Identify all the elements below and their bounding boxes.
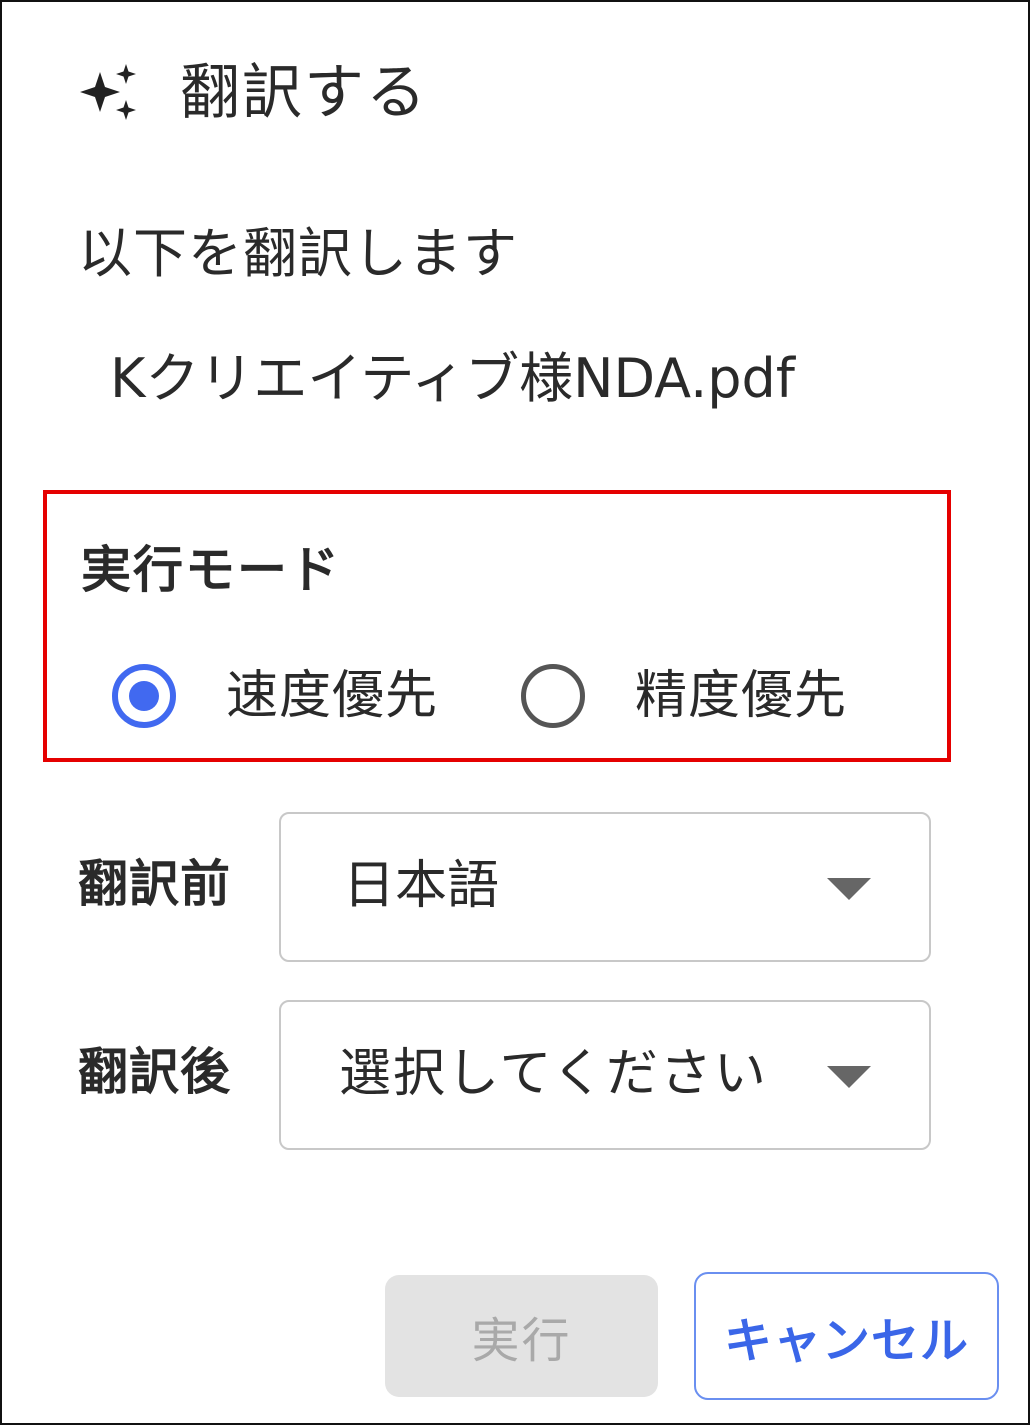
- source-language-value: 日本語: [343, 856, 500, 916]
- target-language-row: 翻訳後 選択してください: [78, 1000, 931, 1150]
- target-language-select[interactable]: 選択してください: [279, 1000, 931, 1150]
- file-name: Kクリエイティブ様NDA.pdf: [110, 347, 795, 410]
- execution-mode-label: 実行モード: [81, 541, 341, 599]
- radio-accuracy-priority[interactable]: 精度優先: [521, 658, 847, 734]
- target-language-label: 翻訳後: [78, 1043, 231, 1101]
- dialog-subtitle: 以下を翻訳します: [78, 222, 518, 285]
- radio-checked-icon[interactable]: [112, 664, 176, 728]
- source-language-row: 翻訳前 日本語: [78, 812, 931, 962]
- radio-unchecked-icon[interactable]: [521, 664, 585, 728]
- source-language-label: 翻訳前: [78, 855, 231, 913]
- sparkle-icon: [80, 64, 136, 120]
- execution-mode-section: 実行モード 速度優先 精度優先: [43, 490, 951, 762]
- chevron-down-icon: [827, 1066, 871, 1088]
- cancel-button[interactable]: キャンセル: [694, 1272, 999, 1400]
- target-language-placeholder: 選択してください: [339, 1044, 768, 1104]
- radio-speed-priority-label: 速度優先: [226, 666, 439, 726]
- run-button[interactable]: 実行: [385, 1275, 658, 1397]
- radio-accuracy-priority-label: 精度優先: [635, 666, 848, 726]
- dialog-header: 翻訳する: [78, 58, 428, 128]
- radio-speed-priority[interactable]: 速度優先: [112, 658, 438, 734]
- chevron-down-icon: [827, 878, 871, 900]
- translate-dialog: 翻訳する 以下を翻訳します Kクリエイティブ様NDA.pdf 実行モード 速度優…: [0, 0, 1030, 1425]
- source-language-select[interactable]: 日本語: [279, 812, 931, 962]
- dialog-title: 翻訳する: [180, 58, 428, 128]
